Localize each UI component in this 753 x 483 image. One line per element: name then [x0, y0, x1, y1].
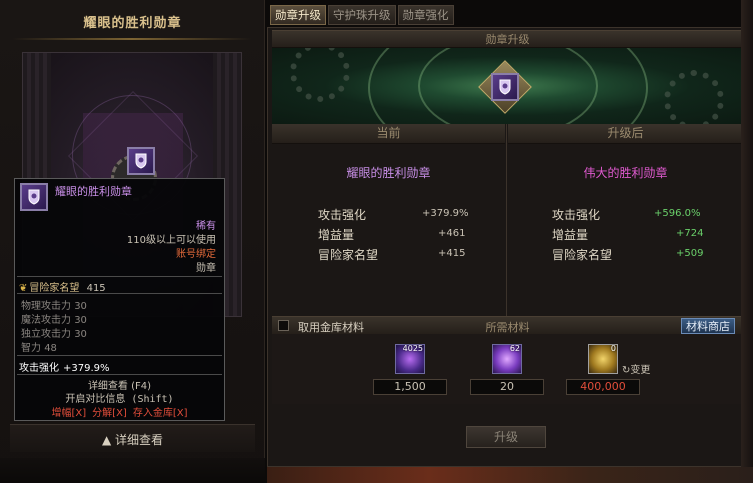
- tab-guard-bead-upgrade[interactable]: 守护珠升级: [328, 5, 396, 25]
- required-amount: 400,000: [566, 379, 640, 395]
- stat-value: +724: [676, 228, 704, 239]
- tooltip-item-type: 勋章: [196, 263, 216, 274]
- stat-value: +509: [676, 248, 704, 259]
- crystal-cluster-icon[interactable]: 4025: [395, 344, 425, 374]
- materials-bar: 取用金库材料 所需材料 材料商店: [272, 316, 743, 334]
- stat-value: +379.9%: [422, 208, 469, 219]
- title-divider: [12, 38, 252, 40]
- column-divider: [506, 124, 507, 316]
- crystal-orb-icon[interactable]: 62: [492, 344, 522, 374]
- detail-bar: ▲ 详细查看: [10, 424, 255, 452]
- change-button[interactable]: ↻变更: [622, 361, 650, 376]
- tooltip-stat-row: 智力 48: [21, 339, 57, 354]
- use-vault-label: 取用金库材料: [298, 321, 364, 334]
- section-title: 勋章升级: [272, 30, 743, 48]
- change-label: 变更: [630, 365, 651, 376]
- required-amount: 1,500: [373, 379, 447, 395]
- tab-medal-upgrade[interactable]: 勋章升级: [270, 5, 326, 25]
- tooltip-divider: [17, 355, 222, 356]
- triangle-up-icon: ▲: [101, 433, 116, 447]
- after-stats-column: 升级后 伟大的胜利勋章 攻击强化 +596.0% 增益量 +724 冒险家名望 …: [508, 124, 743, 316]
- current-header: 当前: [272, 124, 505, 144]
- required-amount: 20: [470, 379, 544, 395]
- stat-label: 冒险家名望: [318, 248, 379, 262]
- tooltip-item-name: 耀眼的胜利勋章: [55, 185, 132, 198]
- detail-view-label: 详细查看: [115, 433, 164, 447]
- tooltip-stat-row: 独立攻击力 30: [21, 325, 87, 340]
- upgrade-panel: 勋章升级 当前 耀眼的胜利勋章 攻击强化 +379.9% 增益量 +461 冒险…: [267, 27, 748, 467]
- tab-bar: 勋章升级 守护珠升级 勋章强化: [270, 5, 456, 27]
- stat-label: 冒险家名望: [552, 248, 613, 262]
- stat-label: 增益量: [318, 228, 355, 242]
- medal-icon: [20, 183, 48, 211]
- tooltip-stat-row: 魔法攻击力 30: [21, 311, 87, 326]
- stat-label: 增益量: [552, 228, 589, 242]
- tooltip-header: 耀眼的胜利勋章: [15, 179, 224, 215]
- stat-value: +415: [438, 248, 466, 259]
- current-medal-name: 耀眼的胜利勋章: [346, 166, 431, 180]
- stack-count: 0: [610, 344, 616, 353]
- stat-value: +461: [438, 228, 466, 239]
- store-vault-action[interactable]: 存入金库[X]: [133, 408, 188, 419]
- medal-icon: [127, 147, 155, 175]
- tooltip-reputation: ❦ 冒险家名望 415: [19, 279, 106, 294]
- magic-circle-display: [272, 48, 743, 124]
- stat-label: 攻击强化: [318, 208, 367, 222]
- amplify-action[interactable]: 增幅[X]: [52, 408, 87, 419]
- tooltip-stat-row: 物理攻击力 30: [21, 297, 87, 312]
- stat-value: +596.0%: [654, 208, 701, 219]
- preview-title: 耀眼的胜利勋章: [83, 16, 182, 31]
- stat-value: 30: [74, 329, 87, 340]
- tooltip-attack-boost: 攻击强化 +379.9%: [19, 359, 110, 374]
- stack-count: 62: [509, 344, 520, 353]
- detail-view-button[interactable]: ▲ 详细查看: [10, 431, 255, 448]
- use-vault-checkbox[interactable]: [278, 320, 289, 331]
- current-stats-column: 当前 耀眼的胜利勋章 攻击强化 +379.9% 增益量 +461 冒险家名望 +…: [272, 124, 505, 316]
- tab-medal-enhance[interactable]: 勋章强化: [397, 5, 454, 25]
- stat-label: 智力: [21, 343, 41, 354]
- tooltip-compare-hint: 开启对比信息 (Shift): [65, 394, 174, 405]
- tooltip-binding: 账号绑定: [176, 249, 216, 260]
- materials-area: 4025 1,500 62 20 0 400,000 ↻变更: [272, 334, 743, 404]
- after-medal-name: 伟大的胜利勋章: [583, 166, 668, 180]
- disassemble-action[interactable]: 分解[X]: [92, 408, 127, 419]
- background-scenery: [267, 467, 753, 483]
- item-tooltip: 耀眼的胜利勋章 稀有 110级以上可以使用 账号绑定 勋章 ❦ 冒险家名望 415…: [14, 178, 225, 421]
- stack-count: 4025: [402, 344, 423, 353]
- tooltip-divider: [17, 276, 222, 277]
- boost-label: 攻击强化: [19, 363, 59, 374]
- tooltip-rarity: 稀有: [196, 221, 216, 232]
- tooltip-divider: [17, 374, 222, 375]
- gold-coins-icon[interactable]: 0: [588, 344, 618, 374]
- tooltip-level-requirement: 110级以上可以使用: [126, 235, 216, 246]
- window-edge: [741, 0, 753, 483]
- gear-icon: [664, 70, 724, 124]
- boost-value: +379.9%: [63, 363, 110, 374]
- tooltip-divider: [17, 293, 222, 294]
- after-header: 升级后: [508, 124, 743, 144]
- upgrade-button[interactable]: 升级: [466, 426, 546, 448]
- gear-icon: [290, 48, 350, 102]
- stat-label: 攻击强化: [552, 208, 601, 222]
- tooltip-actions: 增幅[X] 分解[X] 存入金库[X]: [15, 404, 224, 419]
- stat-value: 48: [44, 343, 57, 354]
- left-footer: [0, 458, 265, 483]
- material-shop-button[interactable]: 材料商店: [681, 318, 735, 334]
